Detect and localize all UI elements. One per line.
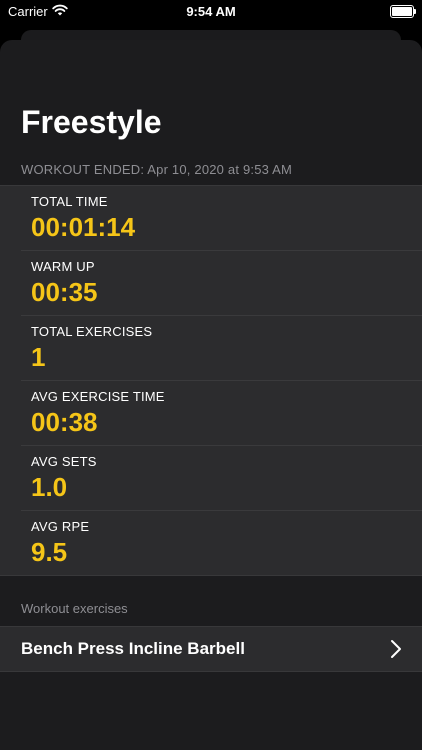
stat-label: AVG RPE <box>31 519 90 534</box>
status-time: 9:54 AM <box>186 4 236 19</box>
stat-label: TOTAL TIME <box>31 194 108 209</box>
stat-value: 00:35 <box>31 277 98 307</box>
workout-ended-label: WORKOUT ENDED: Apr 10, 2020 at 9:53 AM <box>21 162 293 177</box>
stat-value: 1.0 <box>31 472 68 502</box>
stat-row-avg-exercise-time: AVG EXERCISE TIME 00:38 <box>21 381 422 446</box>
stat-label: AVG EXERCISE TIME <box>31 389 165 404</box>
stat-value: 9.5 <box>31 537 68 567</box>
exercise-row[interactable]: Bench Press Incline Barbell <box>0 626 422 672</box>
stat-row-avg-sets: AVG SETS 1.0 <box>21 446 422 511</box>
exercise-name: Bench Press Incline Barbell <box>21 639 245 658</box>
stat-label: TOTAL EXERCISES <box>31 324 153 339</box>
stat-row-avg-rpe: AVG RPE 9.5 <box>21 511 422 575</box>
workout-summary-sheet: Freestyle WORKOUT ENDED: Apr 10, 2020 at… <box>0 40 422 750</box>
page-title: Freestyle <box>21 104 162 140</box>
stat-value: 1 <box>31 342 46 372</box>
battery-icon <box>390 5 416 18</box>
stat-label: AVG SETS <box>31 454 97 469</box>
status-bar: Carrier 9:54 AM <box>0 0 422 24</box>
stats-list: TOTAL TIME 00:01:14 WARM UP 00:35 TOTAL … <box>0 185 422 576</box>
exercises-section-header: Workout exercises <box>21 601 128 616</box>
stat-row-warm-up: WARM UP 00:35 <box>21 251 422 316</box>
stat-value: 00:01:14 <box>31 212 136 242</box>
stat-row-total-time: TOTAL TIME 00:01:14 <box>21 186 422 251</box>
chevron-right-icon <box>391 640 401 658</box>
stat-value: 00:38 <box>31 407 98 437</box>
stat-row-total-exercises: TOTAL EXERCISES 1 <box>21 316 422 381</box>
stat-label: WARM UP <box>31 259 95 274</box>
